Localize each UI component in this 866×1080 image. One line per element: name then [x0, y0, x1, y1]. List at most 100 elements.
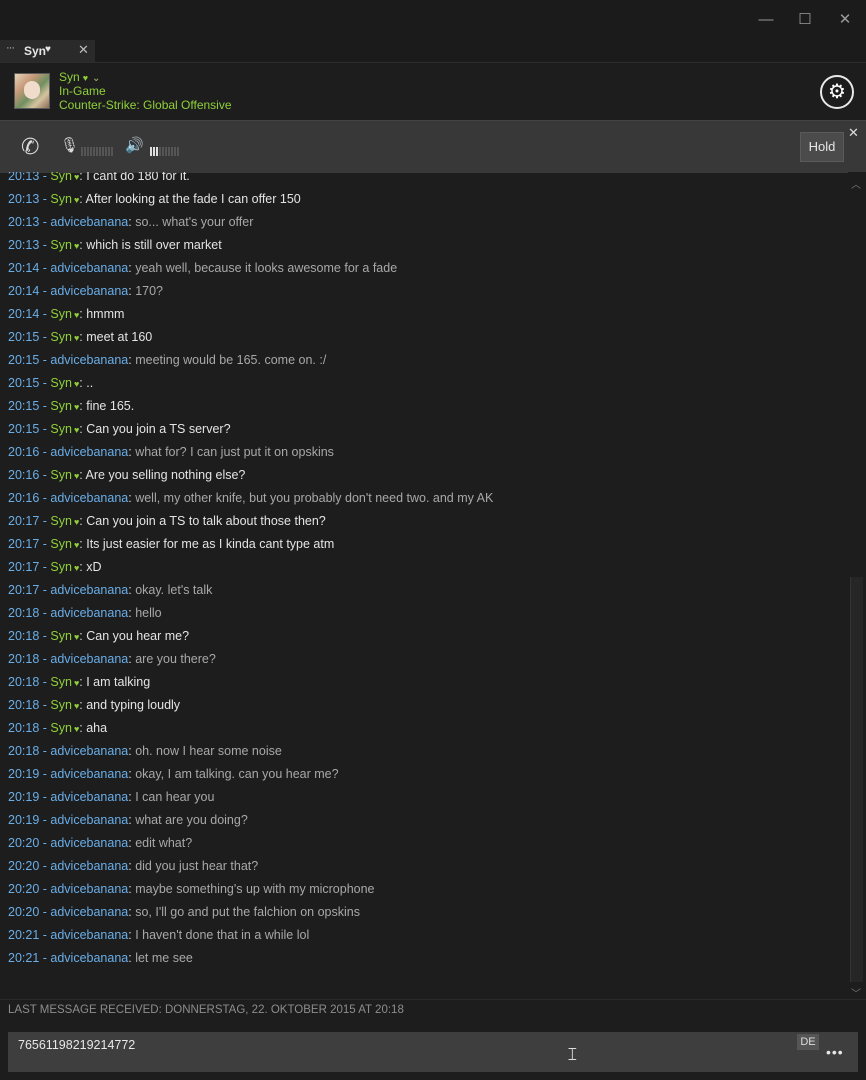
message-author[interactable]: Syn — [50, 698, 72, 712]
message-text: well, my other knife, but you probably d… — [135, 491, 494, 505]
message-separator: - — [39, 698, 51, 712]
message-author[interactable]: Syn — [50, 422, 72, 436]
message-time: 20:13 — [8, 172, 40, 183]
message-text: okay. let's talk — [135, 583, 213, 597]
hold-button[interactable]: Hold — [800, 132, 844, 162]
message-author[interactable]: advicebanana — [50, 652, 128, 666]
message-separator: - — [39, 215, 51, 229]
chat-message: 20:14 - advicebanana: 170? — [8, 281, 163, 301]
message-author[interactable]: advicebanana — [50, 353, 128, 367]
chat-message: 20:14 - advicebanana: yeah well, because… — [8, 258, 397, 278]
chat-message: 20:21 - advicebanana: let me see — [8, 948, 193, 968]
message-author[interactable]: advicebanana — [50, 882, 128, 896]
message-time: 20:19 — [8, 790, 40, 804]
message-time: 20:17 — [8, 514, 40, 528]
message-author[interactable]: Syn — [50, 330, 72, 344]
message-author[interactable]: advicebanana — [50, 790, 128, 804]
message-author[interactable]: advicebanana — [50, 767, 128, 781]
chat-message: 20:21 - advicebanana: I haven't done tha… — [8, 925, 309, 945]
message-author[interactable]: advicebanana — [50, 491, 128, 505]
message-text: did you just hear that? — [135, 859, 259, 873]
message-author[interactable]: Syn — [50, 172, 72, 183]
message-author[interactable]: Syn — [50, 675, 72, 689]
message-author[interactable]: advicebanana — [50, 905, 128, 919]
message-author[interactable]: advicebanana — [50, 215, 128, 229]
maximize-button[interactable]: ☐ — [794, 9, 816, 31]
message-author[interactable]: advicebanana — [50, 928, 128, 942]
chat-message: 20:15 - Syn ♥: Can you join a TS server? — [8, 419, 231, 439]
chat-message: 20:18 - Syn ♥: I am talking — [8, 672, 150, 692]
message-separator: - — [39, 652, 51, 666]
voice-close-button[interactable]: ✕ — [848, 125, 859, 141]
message-author[interactable]: advicebanana — [50, 836, 128, 850]
chat-message: 20:20 - advicebanana: did you just hear … — [8, 856, 258, 876]
message-separator: - — [39, 353, 51, 367]
message-author[interactable]: advicebanana — [50, 744, 128, 758]
message-text: meet at 160 — [86, 330, 153, 344]
chevron-down-icon[interactable]: ⌄ — [92, 73, 100, 84]
scroll-down-icon[interactable]: ﹀ — [851, 985, 861, 1000]
tab-syn[interactable]: ··· Syn ♥ ✕ — [0, 40, 95, 62]
message-text: hello — [135, 606, 162, 620]
message-text: I haven't done that in a while lol — [135, 928, 310, 942]
avatar[interactable] — [14, 73, 50, 109]
message-author[interactable]: advicebanana — [50, 284, 128, 298]
message-author[interactable]: Syn — [50, 468, 72, 482]
scrollbar-thumb[interactable] — [850, 577, 863, 982]
message-author[interactable]: advicebanana — [50, 583, 128, 597]
message-text: yeah well, because it looks awesome for … — [135, 261, 398, 275]
message-time: 20:19 — [8, 767, 40, 781]
chat-message: 20:18 - advicebanana: hello — [8, 603, 162, 623]
message-author[interactable]: advicebanana — [50, 859, 128, 873]
message-author[interactable]: advicebanana — [50, 813, 128, 827]
tab-menu-icon[interactable]: ··· — [6, 42, 15, 54]
phone-icon[interactable]: ✆ — [21, 134, 39, 160]
message-author[interactable]: advicebanana — [50, 951, 128, 965]
message-author[interactable]: advicebanana — [50, 445, 128, 459]
message-separator: - — [39, 928, 51, 942]
tab-close-button[interactable]: ✕ — [78, 42, 89, 58]
message-text: Can you hear me? — [86, 629, 190, 643]
message-separator: - — [39, 261, 51, 275]
message-text: I can hear you — [135, 790, 215, 804]
message-author[interactable]: Syn — [50, 537, 72, 551]
message-separator: - — [39, 859, 51, 873]
message-time: 20:14 — [8, 307, 40, 321]
close-window-button[interactable]: ✕ — [834, 9, 856, 31]
speaker-icon[interactable]: 🔊 — [125, 136, 144, 154]
message-time: 20:17 — [8, 583, 40, 597]
message-author[interactable]: advicebanana — [50, 606, 128, 620]
minimize-button[interactable]: — — [755, 9, 777, 31]
message-author[interactable]: advicebanana — [50, 261, 128, 275]
message-author[interactable]: Syn — [50, 721, 72, 735]
message-separator: - — [39, 583, 51, 597]
message-time: 20:18 — [8, 721, 40, 735]
message-author[interactable]: Syn — [50, 376, 72, 390]
message-text: Can you join a TS server? — [86, 422, 231, 436]
chat-message: 20:16 - advicebanana: well, my other kni… — [8, 488, 493, 508]
friend-name[interactable]: Syn ♥ ⌄ — [59, 70, 100, 84]
message-author[interactable]: Syn — [50, 514, 72, 528]
message-time: 20:13 — [8, 192, 40, 206]
message-text: After looking at the fade I can offer 15… — [85, 192, 301, 206]
divider — [0, 999, 866, 1000]
gear-icon[interactable]: ⚙ — [820, 75, 854, 109]
message-author[interactable]: Syn — [50, 307, 72, 321]
microphone-icon[interactable]: 🎙 — [60, 136, 79, 154]
message-time: 20:20 — [8, 859, 40, 873]
language-indicator[interactable]: DE — [797, 1034, 819, 1050]
message-author[interactable]: Syn — [50, 560, 72, 574]
message-author[interactable]: Syn — [50, 399, 72, 413]
scroll-up-icon[interactable]: ︿ — [851, 176, 861, 191]
more-options-button[interactable]: ••• — [826, 1044, 844, 1060]
message-author[interactable]: Syn — [50, 192, 72, 206]
message-time: 20:14 — [8, 284, 40, 298]
message-time: 20:14 — [8, 261, 40, 275]
message-author[interactable]: Syn — [50, 238, 72, 252]
title-bar: — ☐ ✕ — [0, 0, 866, 40]
message-time: 20:16 — [8, 445, 40, 459]
message-author[interactable]: Syn — [50, 629, 72, 643]
message-input[interactable] — [16, 1034, 780, 1056]
message-time: 20:21 — [8, 951, 40, 965]
message-text: .. — [86, 376, 94, 390]
